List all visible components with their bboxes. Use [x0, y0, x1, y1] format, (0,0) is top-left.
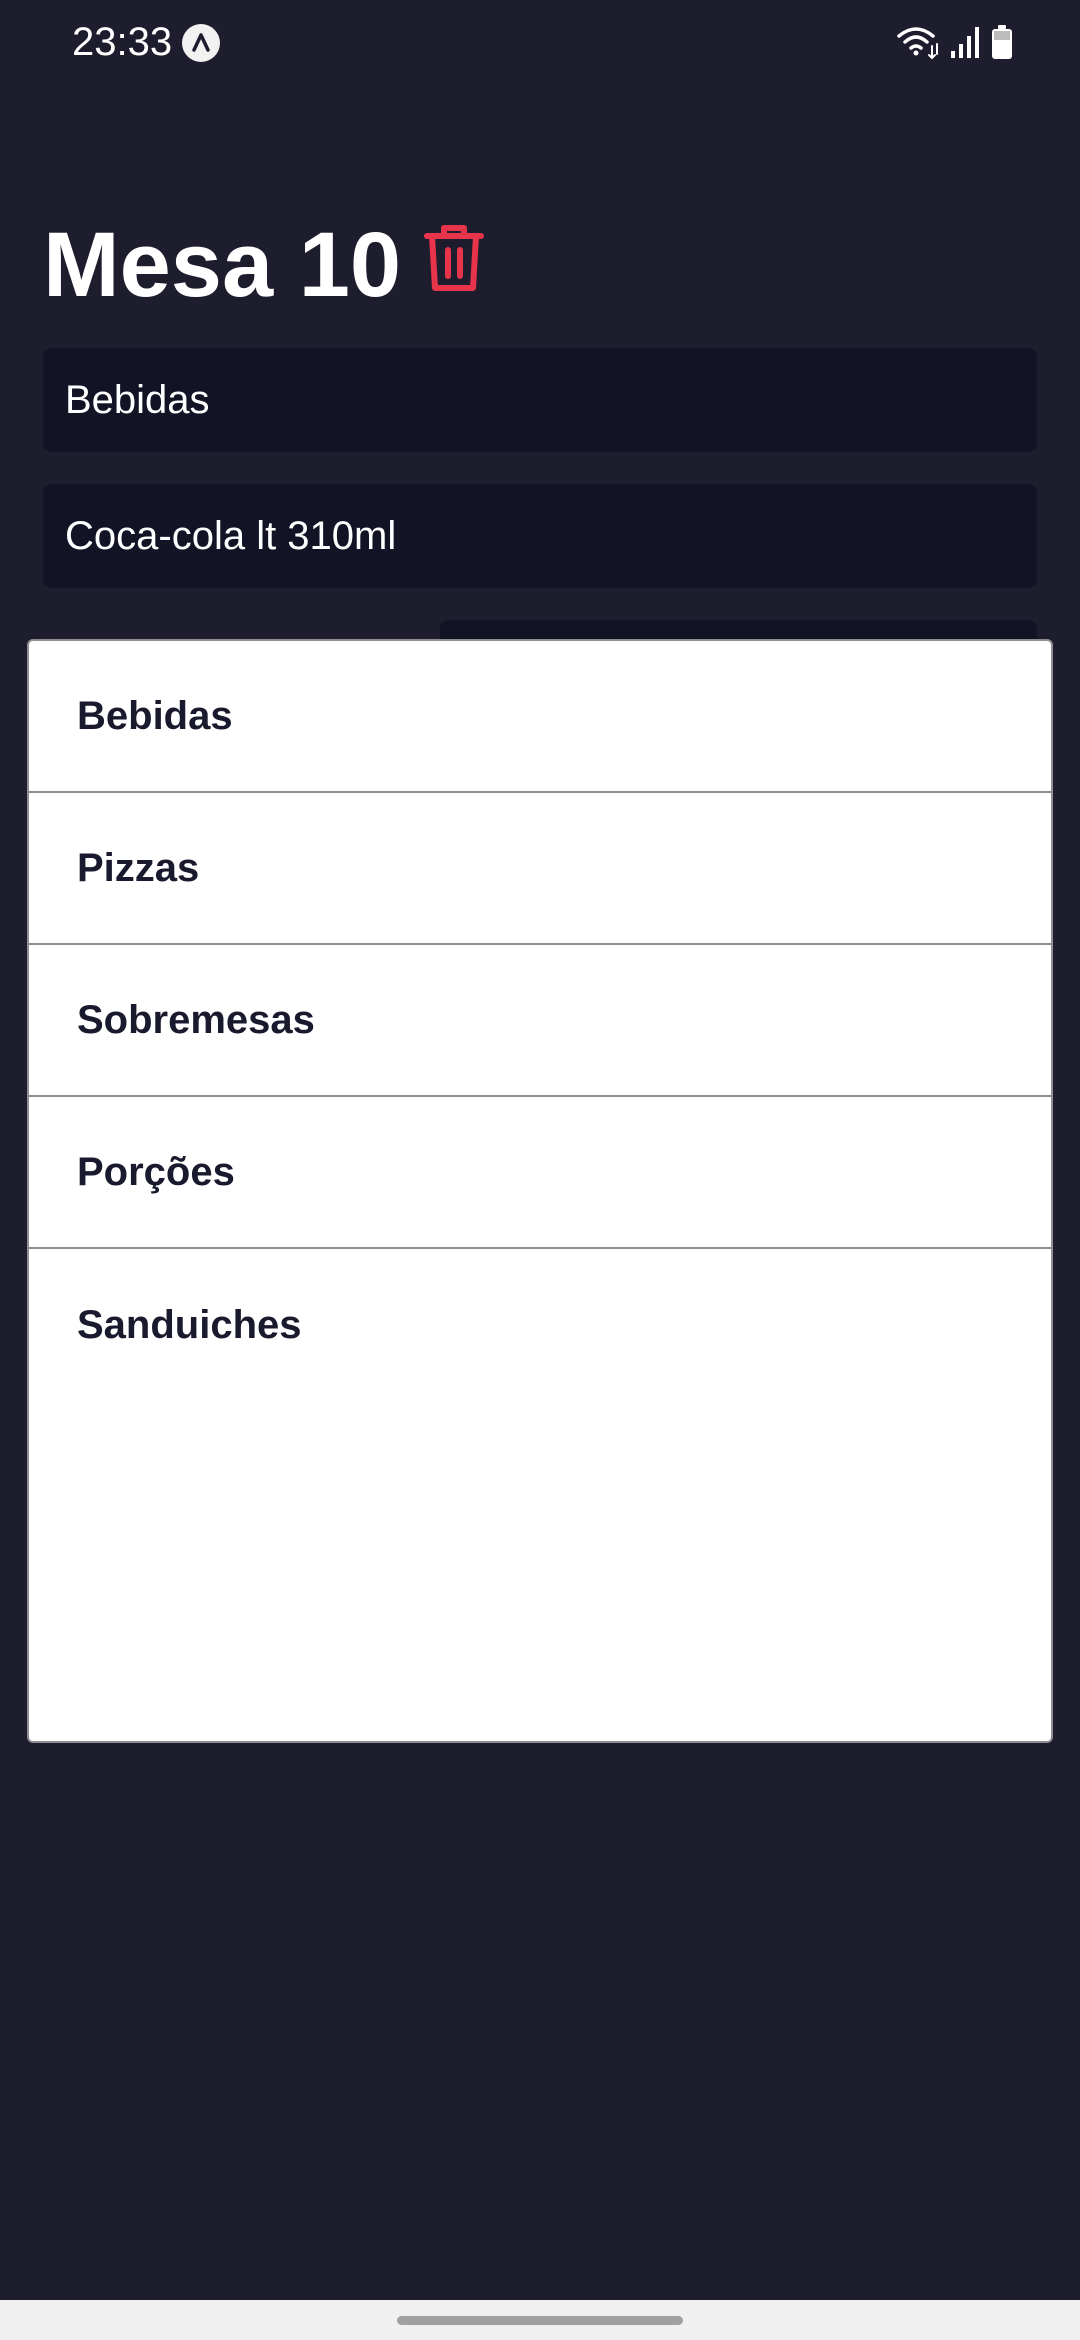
status-icons	[896, 22, 1014, 62]
dropdown-option-porcoes[interactable]: Porções	[29, 1097, 1051, 1249]
dropdown-option-label: Pizzas	[77, 845, 200, 890]
product-select[interactable]: Coca-cola lt 310ml	[43, 484, 1037, 588]
status-time: 23:33	[72, 20, 173, 64]
dropdown-option-label: Porções	[77, 1149, 235, 1194]
home-gesture-handle[interactable]	[397, 2316, 683, 2325]
wifi-icon	[896, 24, 940, 60]
delete-table-button[interactable]	[418, 220, 490, 300]
battery-icon	[990, 24, 1014, 60]
dropdown-option-label: Bebidas	[77, 693, 233, 738]
status-bar: 23:33	[0, 0, 1080, 90]
page-title: Mesa 10	[43, 214, 402, 316]
app-notification-icon	[182, 24, 220, 62]
product-select-value: Coca-cola lt 310ml	[65, 513, 397, 558]
trash-icon	[423, 222, 485, 299]
dropdown-option-sobremesas[interactable]: Sobremesas	[29, 945, 1051, 1097]
dropdown-option-label: Sobremesas	[77, 997, 315, 1042]
dropdown-option-label: Sanduiches	[77, 1302, 302, 1347]
signal-icon	[950, 25, 980, 59]
dropdown-option-sanduiches[interactable]: Sanduiches	[29, 1249, 1051, 1401]
category-dropdown: Bebidas Pizzas Sobremesas Porções Sandui…	[27, 639, 1053, 1743]
navigation-bar	[0, 2300, 1080, 2340]
category-select[interactable]: Bebidas	[43, 348, 1037, 452]
dropdown-option-pizzas[interactable]: Pizzas	[29, 793, 1051, 945]
category-select-value: Bebidas	[65, 377, 210, 422]
dropdown-option-bebidas[interactable]: Bebidas	[29, 641, 1051, 793]
